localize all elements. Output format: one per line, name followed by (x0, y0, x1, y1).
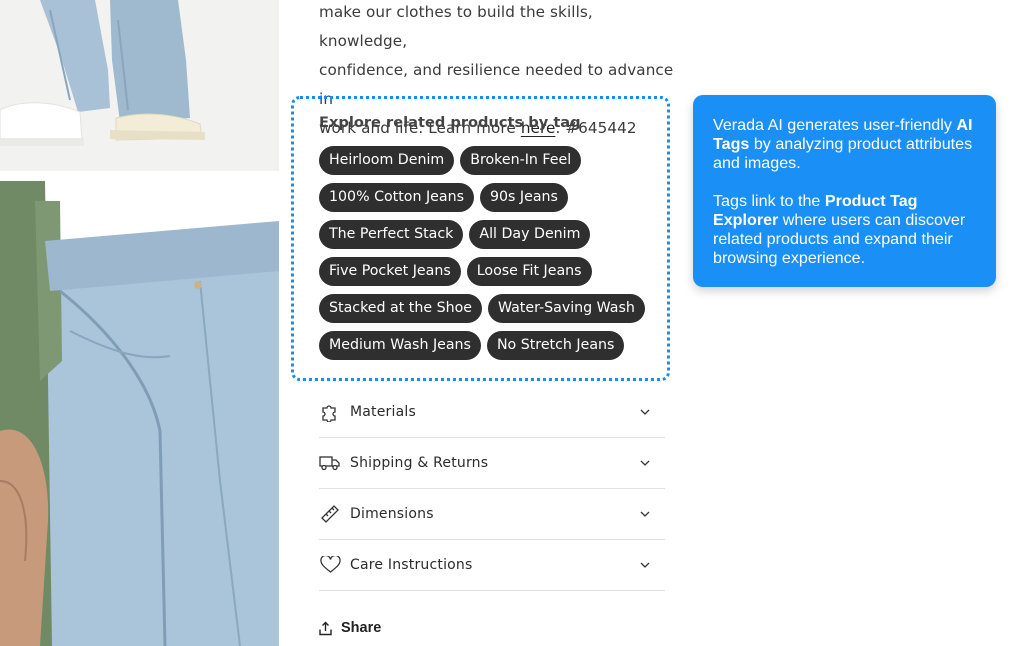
tag-pill[interactable]: Stacked at the Shoe (319, 294, 482, 323)
tag-pill[interactable]: Five Pocket Jeans (319, 257, 461, 286)
tag-pill[interactable]: Heirloom Denim (319, 146, 455, 175)
chevron-down-icon (639, 508, 651, 520)
ruler-icon (319, 503, 341, 525)
share-button[interactable]: Share (319, 617, 381, 639)
callout-text: by analyzing product attributes and imag… (713, 135, 973, 172)
accordion-shipping-returns[interactable]: Shipping & Returns (319, 438, 665, 489)
puzzle-icon (319, 401, 341, 423)
callout-text: Verada AI generates user-friendly (713, 116, 957, 134)
chevron-down-icon (639, 457, 651, 469)
ai-tags-callout: Verada AI generates user-friendly AI Tag… (693, 95, 996, 287)
product-details-accordion: Materials Shipping & Returns Dimensions … (319, 387, 665, 591)
callout-paragraph: Tags link to the Product Tag Explorer wh… (713, 192, 978, 268)
jeans-hem-illustration (0, 0, 279, 171)
accordion-label: Shipping & Returns (350, 455, 489, 471)
accordion-dimensions[interactable]: Dimensions (319, 489, 665, 540)
callout-paragraph: Verada AI generates user-friendly AI Tag… (713, 116, 978, 173)
chevron-down-icon (639, 559, 651, 571)
callout-text: Tags link to the (713, 192, 825, 210)
tag-list: Heirloom Denim Broken-In Feel 100% Cotto… (319, 146, 659, 360)
share-icon (319, 620, 333, 636)
accordion-care-instructions[interactable]: Care Instructions (319, 540, 665, 591)
tag-pill[interactable]: Broken-In Feel (460, 146, 582, 175)
tag-pill[interactable]: Medium Wash Jeans (319, 331, 481, 360)
tag-pill[interactable]: Loose Fit Jeans (466, 257, 592, 286)
description-line: make our clothes to build the skills, kn… (319, 3, 593, 50)
tag-pill[interactable]: 90s Jeans (479, 183, 568, 212)
share-label: Share (341, 620, 382, 636)
accordion-materials[interactable]: Materials (319, 387, 665, 438)
accordion-label: Care Instructions (350, 557, 473, 573)
accordion-label: Materials (350, 404, 416, 420)
jeans-pocket-illustration (0, 181, 279, 646)
tag-pill[interactable]: No Stretch Jeans (486, 331, 625, 360)
tag-pill[interactable]: The Perfect Stack (319, 220, 464, 249)
heart-icon (319, 554, 341, 576)
accordion-label: Dimensions (350, 506, 434, 522)
product-image-shoes[interactable] (0, 0, 279, 171)
tag-pill[interactable]: All Day Denim (469, 220, 591, 249)
tag-pill[interactable]: Water-Saving Wash (487, 294, 645, 323)
tags-title: Explore related products by tag (319, 114, 581, 131)
chevron-down-icon (639, 406, 651, 418)
truck-icon (319, 452, 341, 474)
tag-pill[interactable]: 100% Cotton Jeans (319, 183, 474, 212)
product-image-jeans-closeup[interactable] (0, 181, 279, 646)
